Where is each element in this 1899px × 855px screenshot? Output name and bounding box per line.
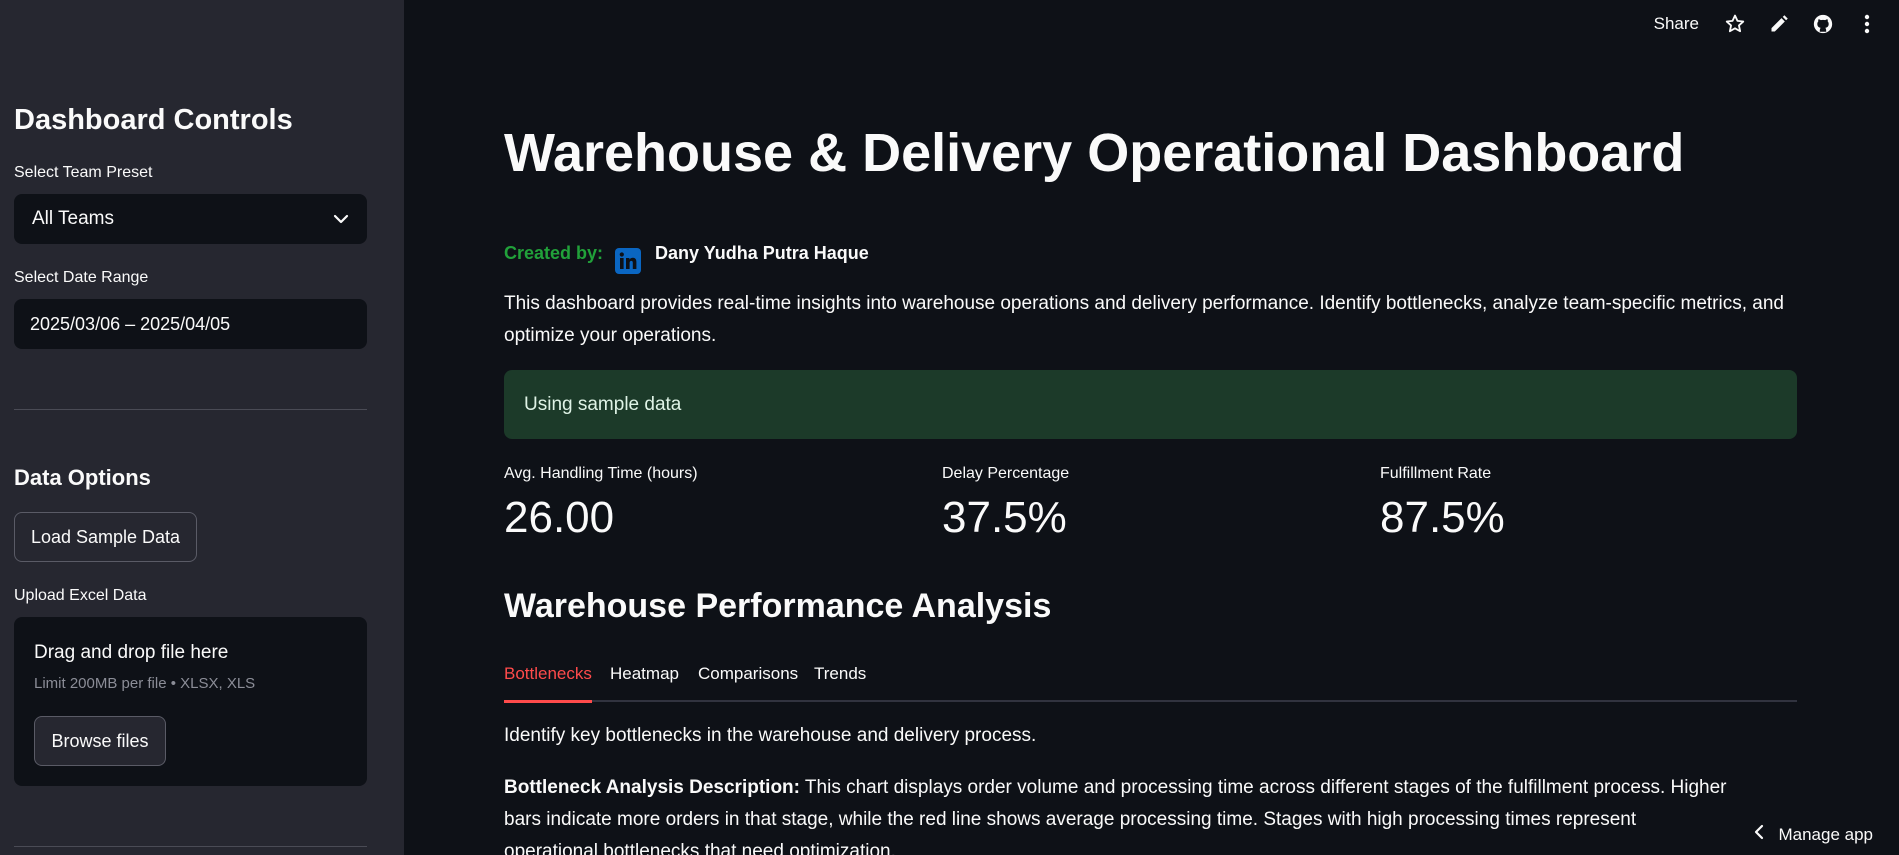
date-range-label: Select Date Range xyxy=(14,269,149,286)
manage-app-button[interactable]: Manage app xyxy=(1754,824,1873,845)
chevron-left-icon xyxy=(1754,824,1764,845)
team-preset-label: Select Team Preset xyxy=(14,164,153,181)
page-title: Warehouse & Delivery Operational Dashboa… xyxy=(504,123,1685,183)
browse-files-button[interactable]: Browse files xyxy=(34,716,166,766)
github-icon[interactable] xyxy=(1811,12,1835,36)
team-preset-value: All Teams xyxy=(32,208,115,229)
share-button[interactable]: Share xyxy=(1654,14,1699,34)
metric-avg-handling-time: Avg. Handling Time (hours) 26.00 xyxy=(504,465,698,543)
tab-trends[interactable]: Trends xyxy=(814,664,866,700)
linkedin-icon[interactable] xyxy=(615,248,642,274)
data-options-title: Data Options xyxy=(14,465,151,490)
dashboard-description: This dashboard provides real-time insigh… xyxy=(504,293,1784,346)
upload-label: Upload Excel Data xyxy=(14,587,147,604)
metric-label: Fulfillment Rate xyxy=(1380,465,1492,482)
tab-intro-text: Identify key bottlenecks in the warehous… xyxy=(504,725,1037,746)
sidebar-title: Dashboard Controls xyxy=(14,104,293,136)
team-preset-select[interactable]: All Teams xyxy=(14,194,367,244)
section-title: Warehouse Performance Analysis xyxy=(504,587,1052,625)
analysis-heading: Bottleneck Analysis Description: xyxy=(504,777,800,798)
dropzone-limit: Limit 200MB per file • XLSX, XLS xyxy=(34,675,256,692)
pencil-icon[interactable] xyxy=(1767,12,1791,36)
sidebar: Dashboard Controls Select Team Preset Al… xyxy=(0,0,404,855)
more-vertical-icon[interactable] xyxy=(1855,12,1879,36)
metric-label: Avg. Handling Time (hours) xyxy=(504,465,698,482)
created-by-label: Created by: xyxy=(504,242,604,263)
metric-fulfillment-rate: Fulfillment Rate 87.5% xyxy=(1380,465,1505,543)
sidebar-divider-bottom xyxy=(14,846,367,847)
metric-value: 26.00 xyxy=(504,493,615,542)
metric-delay-percentage: Delay Percentage 37.5% xyxy=(942,465,1069,543)
manage-app-label: Manage app xyxy=(1778,824,1873,844)
load-sample-data-button[interactable]: Load Sample Data xyxy=(14,512,197,562)
info-alert-text: Using sample data xyxy=(524,393,682,415)
top-toolbar: Share xyxy=(1654,12,1879,36)
chevron-down-icon xyxy=(333,208,349,230)
metric-value: 87.5% xyxy=(1380,493,1505,542)
date-range-input[interactable]: 2025/03/06 – 2025/04/05 xyxy=(14,299,367,349)
metric-label: Delay Percentage xyxy=(942,465,1070,482)
tab-heatmap[interactable]: Heatmap xyxy=(610,664,679,700)
star-icon[interactable] xyxy=(1723,12,1747,36)
analysis-description: Bottleneck Analysis Description: This ch… xyxy=(504,772,1734,855)
author-name: Dany Yudha Putra Haque xyxy=(655,242,869,263)
main-content: Share Warehouse & Delivery Operational D… xyxy=(404,0,1899,855)
sidebar-divider xyxy=(14,409,367,410)
date-range-value: 2025/03/06 – 2025/04/05 xyxy=(30,313,231,334)
metric-value: 37.5% xyxy=(942,493,1067,542)
file-dropzone[interactable]: Drag and drop file here Limit 200MB per … xyxy=(14,617,367,786)
dropzone-text: Drag and drop file here xyxy=(34,642,229,663)
tab-comparisons[interactable]: Comparisons xyxy=(698,664,798,700)
tab-bar: Bottlenecks Heatmap Comparisons Trends xyxy=(504,660,1797,703)
tab-bottlenecks[interactable]: Bottlenecks xyxy=(504,664,592,703)
info-alert: Using sample data xyxy=(504,370,1797,439)
created-by: Created by: Dany Yudha Putra Haque xyxy=(504,240,869,274)
